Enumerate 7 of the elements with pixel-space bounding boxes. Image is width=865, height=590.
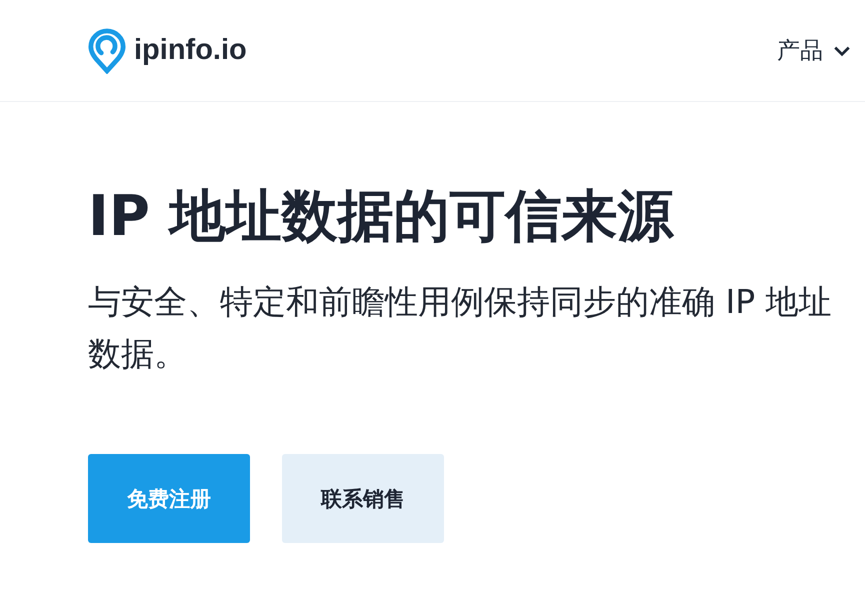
contact-sales-button[interactable]: 联系销售 — [282, 454, 444, 543]
location-pin-logo-icon — [88, 28, 126, 74]
hero-title: IP 地址数据的可信来源 — [88, 183, 675, 251]
chevron-icon — [833, 44, 851, 56]
logo-text[interactable]: ipinfo.io — [134, 34, 247, 67]
hero-subtitle: 与安全、特定和前瞻性用例保持同步的准确 IP 地址数据。 — [88, 281, 833, 375]
nav-menu-item[interactable]: 产品 — [777, 35, 851, 66]
